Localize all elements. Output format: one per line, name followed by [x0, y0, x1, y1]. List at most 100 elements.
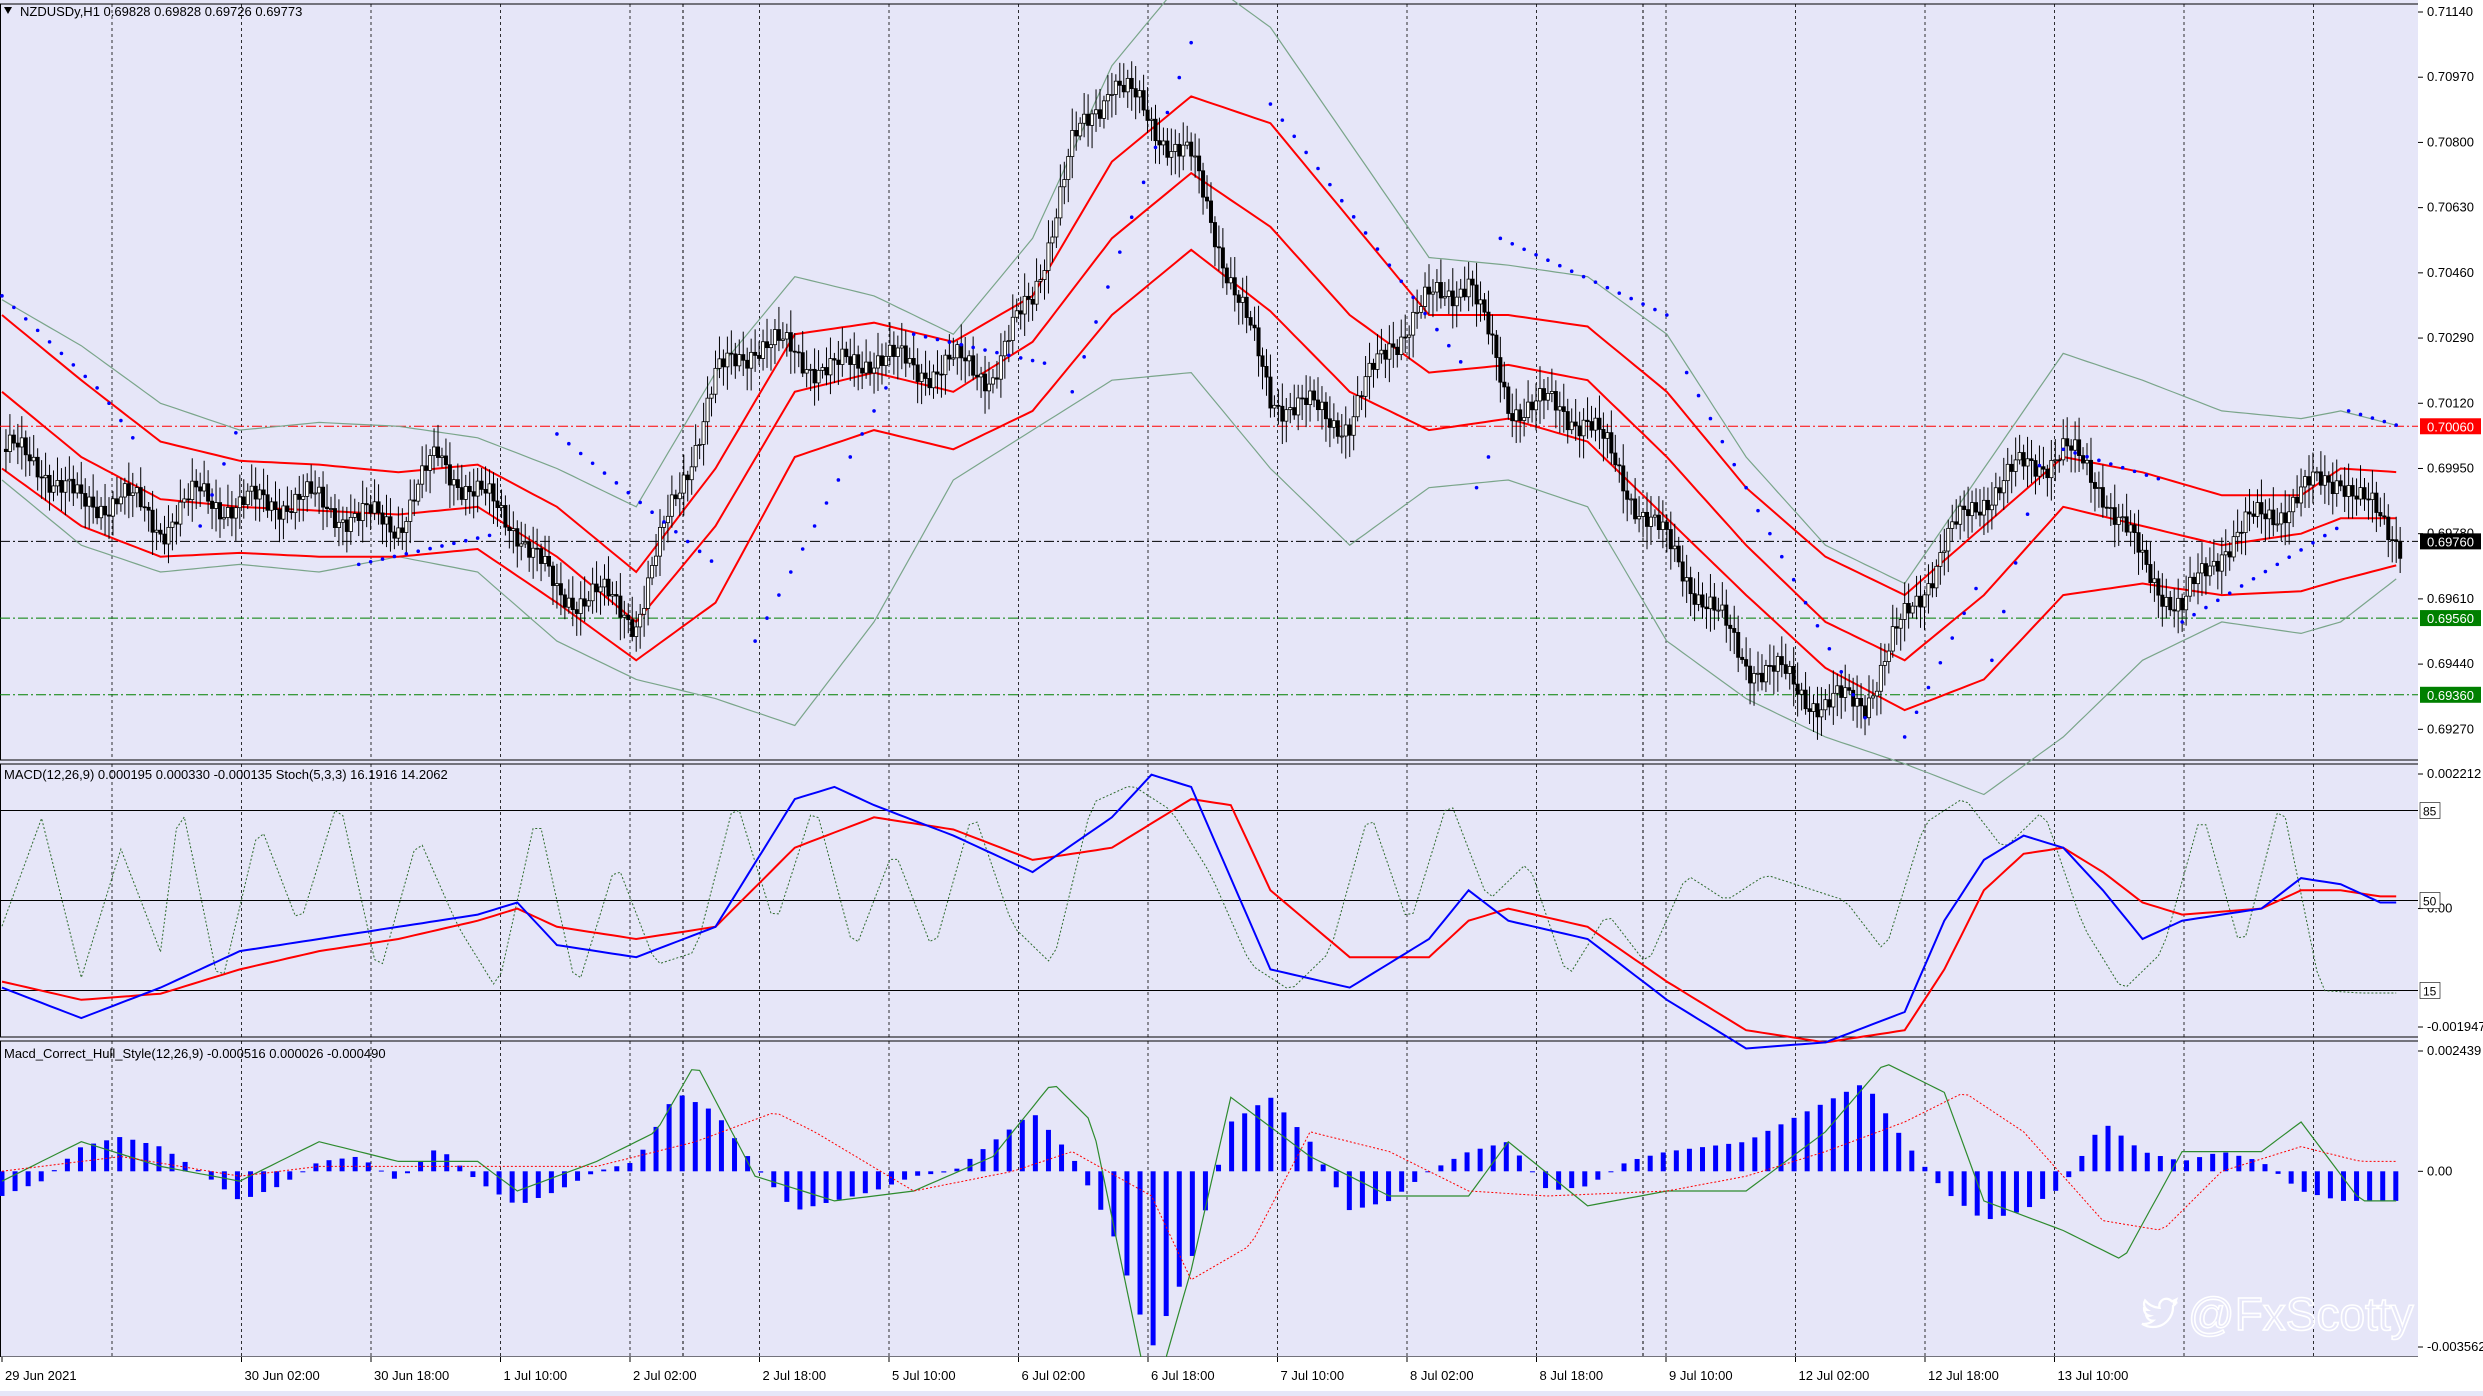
sar-dot: [2370, 416, 2375, 420]
sar-dot: [2323, 533, 2327, 538]
candle-up: [665, 515, 670, 524]
candle-up: [1752, 673, 1757, 684]
candle-down: [95, 506, 100, 519]
candle-down: [1335, 420, 1340, 437]
candle-down: [2306, 476, 2311, 486]
candle-up: [1866, 697, 1871, 719]
sar-dot: [1129, 215, 1134, 220]
histogram-bar: [1085, 1171, 1091, 1186]
candle-down: [1498, 357, 1503, 383]
sar-dot: [452, 541, 456, 546]
candle-up: [883, 355, 888, 366]
candle-up: [2005, 463, 2010, 482]
candle-up: [772, 329, 777, 346]
candle-up: [1946, 527, 1951, 552]
candle-up: [677, 492, 682, 500]
macd-label: MACD(12,26,9) 0.000195 0.000330 -0.00013…: [4, 767, 448, 782]
sar-dot: [380, 557, 385, 561]
candle-up: [669, 494, 674, 517]
candle-up: [979, 373, 984, 378]
histogram-bar: [718, 1120, 724, 1172]
candle-up: [1185, 141, 1190, 146]
candle-up: [1288, 407, 1293, 411]
candle-up: [2310, 471, 2315, 486]
candle-down: [1260, 355, 1265, 367]
sar-dot: [2120, 465, 2125, 470]
candle-up: [1193, 155, 1198, 158]
candle-up: [1629, 498, 1634, 501]
candle-up: [182, 498, 187, 503]
candle-up: [519, 543, 524, 547]
sar-dot: [2073, 451, 2077, 455]
candle-down: [503, 505, 508, 528]
candle-up: [717, 358, 722, 369]
candle-up: [1652, 514, 1657, 518]
histogram-bar: [1072, 1160, 1078, 1172]
histogram-bar: [627, 1163, 633, 1172]
candle-down: [535, 547, 540, 550]
candle-up: [1684, 577, 1689, 582]
candle-up: [1934, 565, 1939, 589]
sar-dot: [836, 478, 841, 482]
candle-down: [673, 494, 678, 500]
candle-up: [249, 485, 254, 492]
sar-dot: [487, 533, 492, 538]
candle-down: [594, 583, 599, 593]
histogram-bar: [1477, 1148, 1483, 1172]
sar-dot: [2346, 409, 2351, 413]
candle-down: [467, 486, 472, 493]
sar-dot: [2394, 423, 2398, 427]
sar-dot: [753, 639, 757, 643]
candle-up: [586, 600, 591, 607]
histogram-bar: [875, 1171, 881, 1190]
candle-up: [475, 480, 480, 497]
candle-down: [824, 367, 829, 376]
candle-down: [1974, 502, 1979, 513]
histogram-bar: [1726, 1143, 1732, 1172]
candle-down: [2088, 459, 2093, 483]
histogram-bar: [1752, 1137, 1758, 1172]
candle-down: [1232, 277, 1237, 296]
candle-down: [757, 355, 762, 359]
sar-dot: [674, 529, 678, 534]
candle-down: [2386, 516, 2391, 541]
histogram-bar: [535, 1171, 541, 1198]
candle-up: [293, 493, 298, 513]
candle-down: [527, 541, 532, 558]
candle-down: [848, 356, 853, 365]
price-badge-label: 0.69560: [2427, 611, 2474, 626]
histogram-bar: [2157, 1156, 2163, 1172]
histogram-bar: [1019, 1119, 1025, 1172]
candle-up: [1367, 362, 1372, 378]
histogram-bar: [1686, 1148, 1692, 1172]
candle-down: [860, 367, 865, 374]
candle-up: [907, 358, 912, 364]
histogram-bar: [1320, 1164, 1326, 1172]
candle-up: [1014, 310, 1019, 318]
candle-down: [1954, 521, 1959, 525]
sar-dot: [1990, 658, 1994, 663]
candle-up: [990, 377, 995, 385]
candle-up: [257, 489, 262, 500]
histogram-bar: [182, 1161, 188, 1172]
candle-down: [1771, 665, 1776, 672]
candle-down: [392, 531, 397, 539]
candle-down: [1074, 130, 1079, 137]
price-badge-label: 0.69360: [2427, 688, 2474, 703]
sar-dot: [1851, 692, 1855, 697]
sar-dot: [1569, 269, 1574, 273]
histogram-bar: [1856, 1085, 1862, 1172]
candle-down: [2362, 487, 2367, 500]
candle-down: [1736, 632, 1741, 658]
time-tick-label: 13 Jul 10:00: [2058, 1368, 2129, 1383]
candle-down: [483, 488, 488, 494]
histogram-bar: [1647, 1155, 1653, 1172]
sar-dot: [1546, 258, 1550, 263]
candle-down: [2259, 502, 2264, 515]
candle-up: [1272, 404, 1277, 409]
chart-canvas[interactable]: 0.71140 0.70970 0.70800 0.70630 0.70460 0.702…: [0, 0, 2483, 1396]
candle-down: [2112, 507, 2117, 525]
candle-up: [1284, 409, 1289, 422]
candle-down: [2398, 540, 2403, 559]
candle-down: [1779, 656, 1784, 666]
